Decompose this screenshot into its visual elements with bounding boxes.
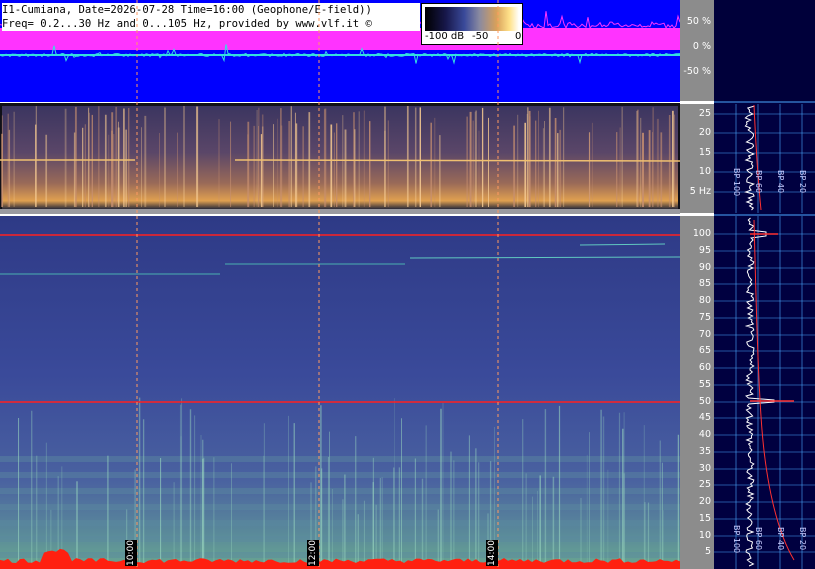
time-marker-12: 12:00 bbox=[307, 540, 319, 566]
bp-label-bottom-40: BP 40 bbox=[776, 527, 785, 551]
bp-label-top-20: BP 20 bbox=[798, 170, 807, 194]
high-freq-axis-tick-label: 80 bbox=[698, 295, 711, 306]
high-freq-axis-tick-label: 20 bbox=[698, 496, 711, 507]
vlf-monitor-display: I1-Cumiana, Date=2026-07-28 Time=16:00 (… bbox=[0, 0, 815, 569]
high-freq-axis-tick-label: 100 bbox=[692, 228, 711, 239]
low-freq-axis-tick-label: 25 bbox=[698, 108, 711, 119]
high-freq-axis-tick-label: 95 bbox=[698, 245, 711, 256]
high-freq-axis-tick-label: 55 bbox=[698, 379, 711, 390]
high-freq-axis-tick-label: 30 bbox=[698, 463, 711, 474]
waveform-axis-tick-label: 50 % bbox=[686, 16, 711, 27]
high-freq-axis-tick-label: 25 bbox=[698, 479, 711, 490]
bp-label-bottom-20: BP 20 bbox=[798, 527, 807, 551]
axis-separator bbox=[680, 101, 714, 104]
high-freq-axis-tick-label: 70 bbox=[698, 329, 711, 340]
waveform-axis-tick-label: 0 % bbox=[692, 41, 711, 52]
high-freq-axis-tick-label: 40 bbox=[698, 429, 711, 440]
axis-separator bbox=[680, 213, 714, 216]
high-freq-axis-tick-label: 90 bbox=[698, 262, 711, 273]
low-freq-axis-tick-label: 20 bbox=[698, 127, 711, 138]
high-freq-axis-tick-label: 75 bbox=[698, 312, 711, 323]
bp-label-top-100: BP 100 bbox=[732, 168, 741, 197]
time-marker-10: 10:00 bbox=[125, 540, 137, 566]
high-freq-axis-tick-label: 15 bbox=[698, 513, 711, 524]
high-freq-axis-tick-label: 65 bbox=[698, 345, 711, 356]
high-freq-axis-tick-label: 60 bbox=[698, 362, 711, 373]
high-freq-axis-tick-label: 50 bbox=[698, 396, 711, 407]
bp-label-bottom-100: BP 100 bbox=[732, 525, 741, 554]
high-freq-axis-tick-label: 5 bbox=[704, 546, 711, 557]
high-freq-axis-tick-label: 45 bbox=[698, 412, 711, 423]
bp-label-bottom-60: BP 60 bbox=[754, 527, 763, 551]
time-grid bbox=[136, 0, 499, 569]
waveform-axis-tick-label: -50 % bbox=[683, 66, 711, 77]
low-freq-axis-tick-label: 10 bbox=[698, 166, 711, 177]
band-power-panel bbox=[714, 0, 815, 569]
high-freq-axis-tick-label: 35 bbox=[698, 446, 711, 457]
low-freq-axis-tick-label: 15 bbox=[698, 147, 711, 158]
time-marker-14: 14:00 bbox=[486, 540, 498, 566]
bp-label-top-60: BP 60 bbox=[754, 170, 763, 194]
high-freq-axis-tick-label: 85 bbox=[698, 278, 711, 289]
high-freq-axis-tick-label: 10 bbox=[698, 530, 711, 541]
bp-label-top-40: BP 40 bbox=[776, 170, 785, 194]
low-freq-axis-tick-label: 5 Hz bbox=[689, 186, 711, 197]
